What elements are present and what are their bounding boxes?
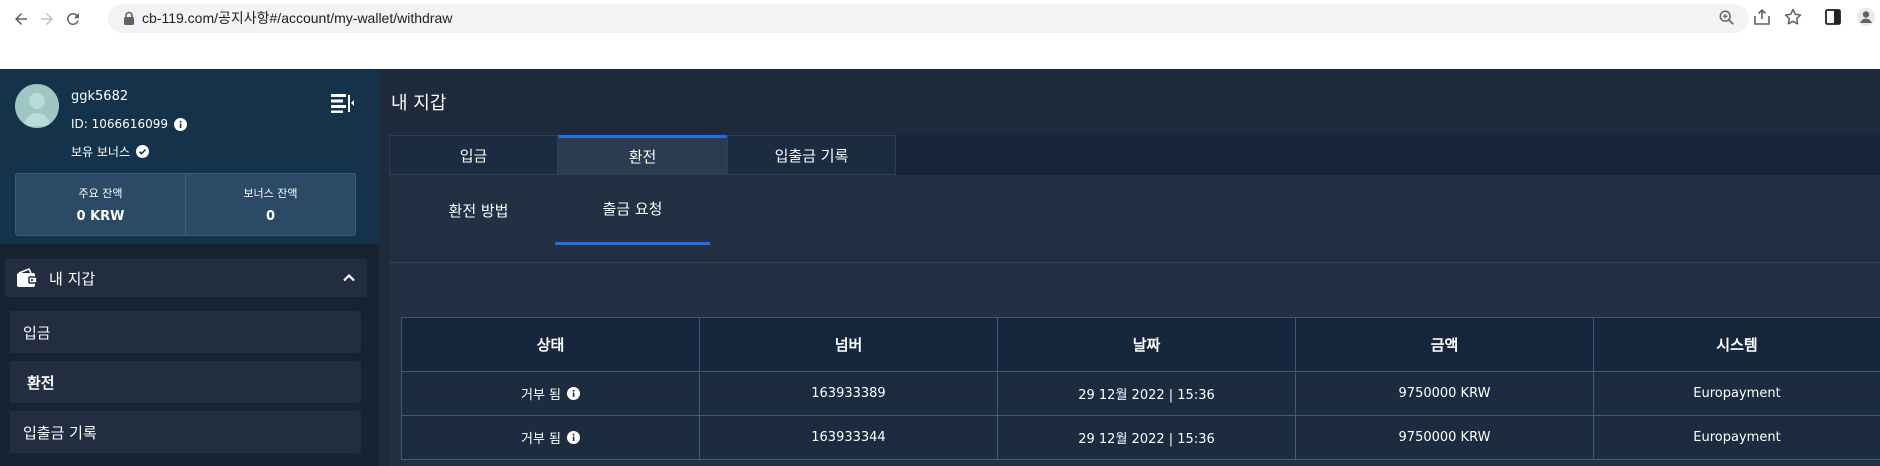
bookmark-button[interactable] (1783, 7, 1803, 27)
cell-date: 29 12월 2022 | 15:36 (997, 371, 1296, 416)
cell-number: 163933344 (699, 415, 998, 460)
bonus-balance-value: 0 (265, 209, 276, 224)
info-icon[interactable] (567, 387, 580, 400)
share-icon (1754, 8, 1770, 25)
column-header-status: 상태 (401, 317, 700, 372)
username: ggk5682 (71, 89, 129, 104)
back-button[interactable] (9, 7, 33, 31)
table-row: 거부 됨 163933389 29 12월 2022 | 15:36 97500… (401, 371, 1880, 416)
profile-button[interactable] (1856, 7, 1876, 27)
main-balance-value: 0 KRW (76, 209, 125, 224)
url-text: cb-119.com/공지사항#/account/my-wallet/withd… (142, 10, 453, 26)
balance-summary: 주요 잔액 0 KRW 보너스 잔액 0 (15, 173, 356, 236)
zoom-icon (1719, 10, 1734, 25)
page-title: 내 지갑 (391, 93, 447, 114)
cell-date: 29 12월 2022 | 15:36 (997, 415, 1296, 460)
user-id-row: ID: 1066616099 (71, 117, 187, 131)
cell-status: 거부 됨 (401, 415, 700, 460)
main-balance: 주요 잔액 0 KRW (16, 174, 185, 235)
zoom-button[interactable] (1718, 9, 1736, 27)
status-text: 거부 됨 (520, 432, 561, 447)
column-header-amount: 금액 (1295, 317, 1594, 372)
table-header-row: 상태 넘버 날짜 금액 시스템 (401, 317, 1880, 372)
cell-amount: 9750000 KRW (1295, 371, 1594, 416)
reload-icon (67, 13, 79, 25)
profile-icon (1857, 8, 1875, 26)
column-header-system: 시스템 (1593, 317, 1880, 372)
sidebar: ggk5682 ID: 1066616099 보유 보너스 주요 잔액 0 KR… (0, 69, 379, 466)
chevron-up-icon[interactable] (341, 270, 357, 286)
cell-status: 거부 됨 (401, 371, 700, 416)
bonus-row: 보유 보너스 (71, 143, 150, 160)
forward-button[interactable] (35, 7, 59, 31)
app-root: ggk5682 ID: 1066616099 보유 보너스 주요 잔액 0 KR… (0, 69, 1880, 466)
cell-system: Europayment (1593, 371, 1880, 416)
info-icon[interactable] (173, 117, 187, 131)
subtab-withdraw-request[interactable]: 출금 요청 (555, 175, 710, 245)
sidebar-item-history[interactable]: 입출금 기록 (10, 411, 361, 453)
tab-withdraw[interactable]: 환전 (558, 135, 727, 175)
sidebar-wallet-header[interactable]: 내 지갑 (5, 259, 367, 297)
sidebar-wallet-title: 내 지갑 (49, 269, 96, 288)
back-icon (15, 13, 27, 25)
forward-icon (41, 13, 53, 25)
menu-collapse-icon (331, 94, 354, 113)
main-balance-label: 주요 잔액 (78, 187, 123, 200)
tab-deposit[interactable]: 입금 (389, 135, 558, 175)
table-row: 거부 됨 163933344 29 12월 2022 | 15:36 97500… (401, 415, 1880, 460)
status-text: 거부 됨 (520, 388, 561, 403)
profile-card: ggk5682 ID: 1066616099 보유 보너스 주요 잔액 0 KR… (0, 69, 379, 244)
subtab-divider (389, 262, 1880, 263)
wallet-icon (15, 267, 39, 289)
check-icon (136, 145, 150, 158)
bonus-balance-label: 보너스 잔액 (243, 187, 298, 200)
browser-chrome: cb-119.com/공지사항#/account/my-wallet/withd… (0, 0, 1880, 69)
avatar[interactable] (15, 84, 59, 128)
address-bar[interactable]: cb-119.com/공지사항#/account/my-wallet/withd… (108, 4, 1749, 33)
info-icon[interactable] (567, 431, 580, 444)
sidebar-item-deposit[interactable]: 입금 (10, 311, 361, 353)
reload-button[interactable] (61, 7, 85, 31)
bonus-label: 보유 보너스 (71, 145, 131, 159)
share-button[interactable] (1752, 7, 1772, 27)
side-panel-button[interactable] (1823, 7, 1843, 27)
user-avatar-icon (15, 84, 59, 128)
cell-system: Europayment (1593, 415, 1880, 460)
withdraw-request-table: 상태 넘버 날짜 금액 시스템 거부 됨 163933389 29 12월 20… (401, 317, 1880, 460)
sidepanel-icon (1825, 9, 1841, 25)
sidebar-item-withdraw[interactable]: 환전 (10, 361, 361, 403)
cell-number: 163933389 (699, 371, 998, 416)
tab-history[interactable]: 입출금 기록 (727, 135, 896, 175)
cell-amount: 9750000 KRW (1295, 415, 1594, 460)
menu-toggle-button[interactable] (329, 92, 355, 114)
column-header-date: 날짜 (997, 317, 1296, 372)
lock-icon (124, 11, 134, 25)
user-id: ID: 1066616099 (71, 117, 168, 131)
bonus-balance: 보너스 잔액 0 (185, 174, 355, 235)
column-header-number: 넘버 (699, 317, 998, 372)
subtab-withdraw-method[interactable]: 환전 방법 (401, 175, 556, 245)
star-icon (1784, 8, 1802, 25)
